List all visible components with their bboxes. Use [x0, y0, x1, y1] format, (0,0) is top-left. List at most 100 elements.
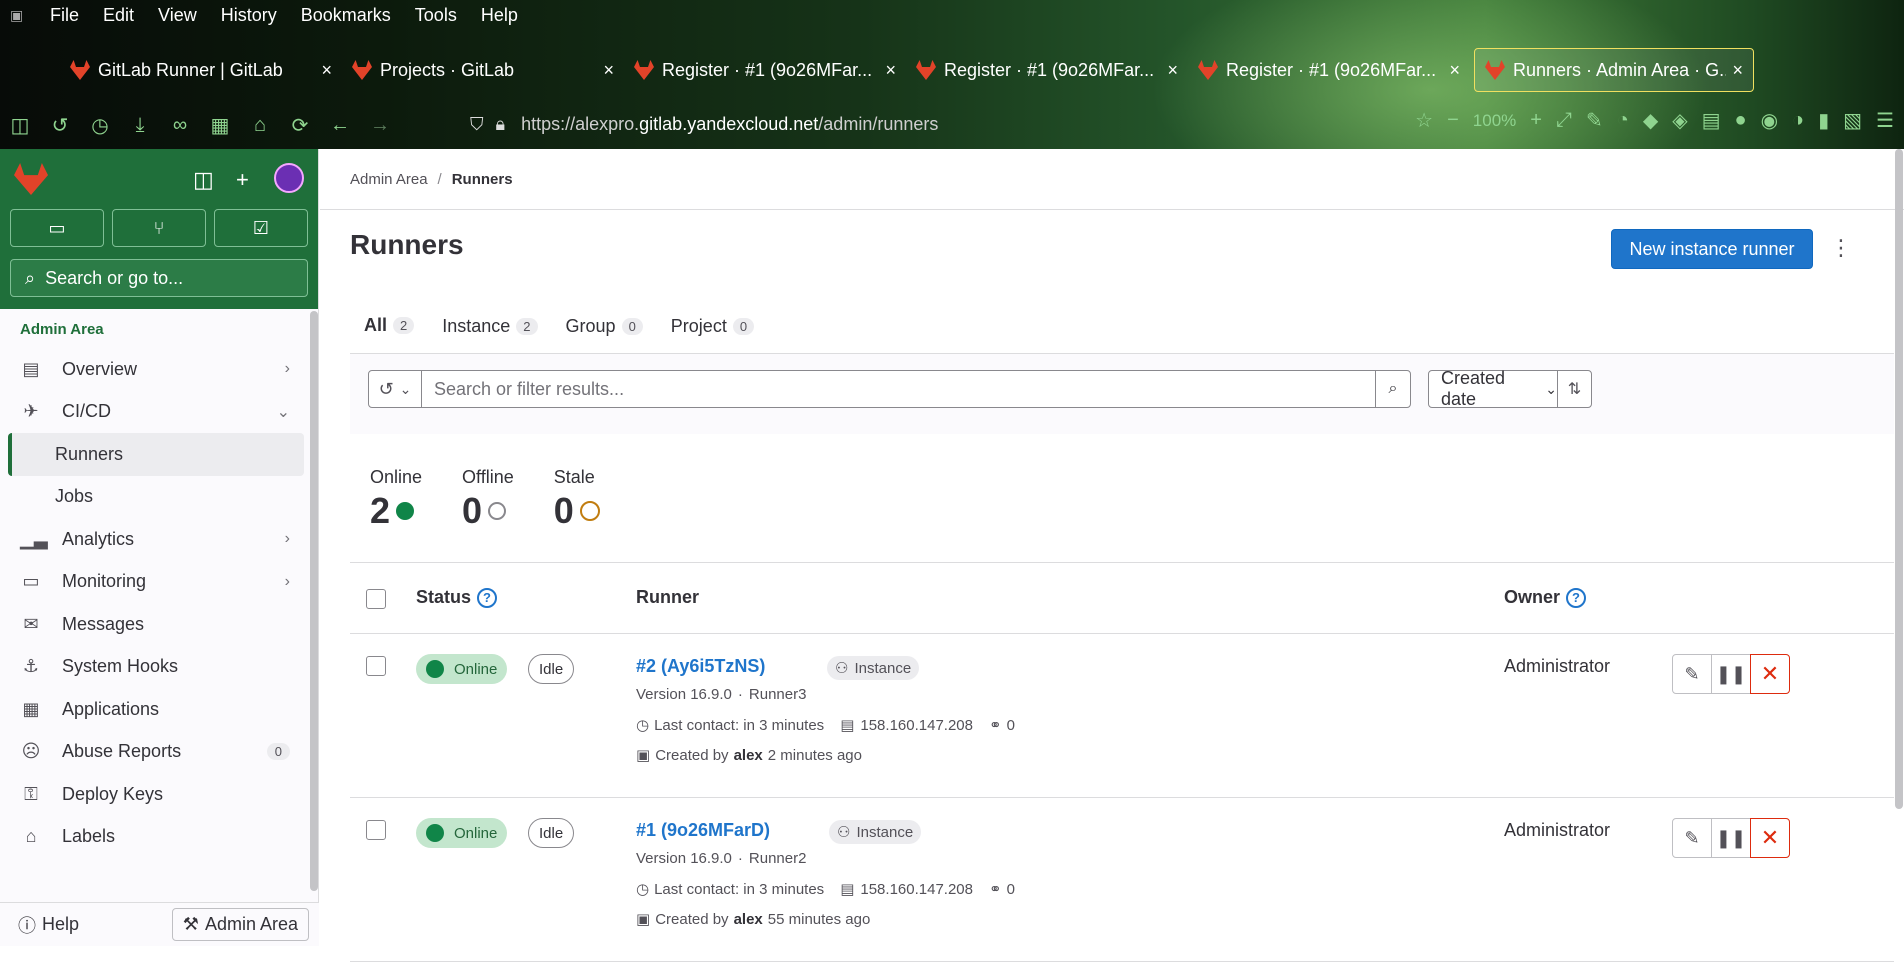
sidebar-item-runners[interactable]: Runners: [8, 433, 304, 476]
clock-icon[interactable]: ◷: [80, 113, 120, 138]
extension-icon[interactable]: ●: [1735, 109, 1747, 132]
history-icon[interactable]: ↺: [40, 113, 80, 138]
shield-icon[interactable]: ⛉: [470, 114, 484, 135]
search-input[interactable]: ⌕ Search or go to...: [10, 259, 308, 297]
recent-searches-button[interactable]: ↺ ⌄: [368, 370, 422, 408]
author-link[interactable]: alex: [734, 911, 763, 928]
pocket-icon[interactable]: ◔: [1617, 109, 1629, 132]
sidebar-toggle-icon[interactable]: ◫: [0, 113, 40, 138]
extension-icon[interactable]: ◉: [1761, 108, 1778, 133]
browser-tab-active[interactable]: Runners · Admin Area · G... ×: [1474, 48, 1754, 92]
sidebar-item-messages[interactable]: ✉ Messages: [8, 603, 304, 646]
browser-tab[interactable]: Register · #1 (9o26MFar... ×: [624, 48, 906, 92]
pause-button[interactable]: ❚❚: [1711, 654, 1751, 694]
menu-view[interactable]: View: [158, 5, 197, 26]
extensions-puzzle-icon[interactable]: ▧: [1843, 108, 1862, 133]
close-tab-icon[interactable]: ×: [321, 60, 332, 81]
admin-area-button[interactable]: ⚒ Admin Area: [171, 908, 309, 941]
browser-tab[interactable]: Register · #1 (9o26MFar... ×: [1188, 48, 1470, 92]
url-text[interactable]: https://alexpro.gitlab.yandexcloud.net/a…: [521, 114, 938, 135]
tab-group[interactable]: Group 0: [552, 297, 657, 355]
sidebar-scrollbar[interactable]: [310, 311, 318, 891]
gitlab-logo-icon[interactable]: [14, 163, 48, 195]
extension-icon[interactable]: ◑: [1792, 109, 1804, 132]
tab-project[interactable]: Project 0: [657, 297, 768, 355]
browser-tab[interactable]: Projects · GitLab ×: [342, 48, 624, 92]
runner-link[interactable]: #1 (9o26MFarD): [636, 820, 770, 841]
todos-button[interactable]: ☑: [214, 209, 308, 247]
url-bar[interactable]: ⛉ 🔒︎ https://alexpro.gitlab.yandexcloud.…: [470, 108, 1550, 140]
home-icon[interactable]: ⌂: [240, 114, 280, 137]
extension-icon[interactable]: ◆: [1643, 108, 1658, 133]
delete-button[interactable]: ✕: [1750, 818, 1790, 858]
sidebar-item-cicd[interactable]: ✈ CI/CD ⌄: [8, 391, 304, 434]
row-checkbox[interactable]: [366, 656, 386, 676]
pause-button[interactable]: ❚❚: [1711, 818, 1751, 858]
close-tab-icon[interactable]: ×: [1732, 60, 1743, 81]
hamburger-menu-icon[interactable]: ☰: [1876, 108, 1894, 133]
menu-edit[interactable]: Edit: [103, 5, 134, 26]
sidebar-item-overview[interactable]: ▤ Overview ›: [8, 348, 304, 391]
browser-tab[interactable]: GitLab Runner | GitLab ×: [60, 48, 342, 92]
breadcrumb-runners[interactable]: Runners: [452, 171, 513, 188]
menu-bookmarks[interactable]: Bookmarks: [301, 5, 391, 26]
edit-button[interactable]: ✎: [1672, 654, 1712, 694]
download-icon[interactable]: ⤓: [120, 114, 160, 137]
help-button[interactable]: ⓘ Help: [18, 912, 79, 938]
search-input[interactable]: Search or filter results...: [421, 370, 1376, 408]
extension-icon[interactable]: ◈: [1672, 108, 1687, 133]
close-tab-icon[interactable]: ×: [885, 60, 896, 81]
sort-dropdown[interactable]: Created date ⌄: [1428, 368, 1558, 409]
back-icon[interactable]: ←: [320, 114, 360, 137]
mask-icon[interactable]: ∞: [160, 114, 200, 137]
sidebar-item-labels[interactable]: ⌂ Labels: [8, 816, 304, 859]
tab-all[interactable]: All 2: [350, 297, 429, 355]
zoom-out-icon[interactable]: −: [1447, 109, 1459, 132]
breadcrumb-admin-area[interactable]: Admin Area: [350, 171, 428, 188]
zoom-in-icon[interactable]: +: [1530, 109, 1542, 132]
forward-icon[interactable]: →: [360, 114, 400, 137]
sort-direction-button[interactable]: ⇅: [1557, 370, 1592, 408]
new-instance-runner-button[interactable]: New instance runner: [1611, 229, 1813, 269]
sidebar-item-jobs[interactable]: Jobs: [8, 476, 304, 519]
plus-icon[interactable]: +: [236, 167, 249, 193]
menu-help[interactable]: Help: [481, 5, 518, 26]
tab-instance[interactable]: Instance 2: [428, 297, 551, 355]
menu-tools[interactable]: Tools: [415, 5, 457, 26]
fullscreen-icon[interactable]: ⤢: [1556, 109, 1572, 132]
sidebar-item-analytics[interactable]: ▁▃ Analytics ›: [8, 518, 304, 561]
sidebar-item-system-hooks[interactable]: ⚓ System Hooks: [8, 646, 304, 689]
sidebar-item-abuse-reports[interactable]: ☹ Abuse Reports 0: [8, 731, 304, 774]
sidebar-item-applications[interactable]: ▦ Applications: [8, 688, 304, 731]
close-tab-icon[interactable]: ×: [603, 60, 614, 81]
menu-file[interactable]: File: [50, 5, 79, 26]
extension-icon[interactable]: ▦: [200, 113, 240, 138]
delete-button[interactable]: ✕: [1750, 654, 1790, 694]
runner-link[interactable]: #2 (Ay6i5TzNS): [636, 656, 765, 677]
row-checkbox[interactable]: [366, 820, 386, 840]
page-scrollbar[interactable]: [1895, 149, 1903, 809]
zoom-level[interactable]: 100%: [1473, 111, 1516, 131]
author-link[interactable]: alex: [734, 747, 763, 764]
more-actions-icon[interactable]: ⋮: [1830, 235, 1852, 261]
help-icon[interactable]: ?: [1566, 587, 1587, 608]
extension-icon[interactable]: ▤: [1702, 108, 1721, 133]
wrench-icon[interactable]: ✎: [1586, 108, 1603, 133]
menu-history[interactable]: History: [221, 5, 277, 26]
reload-icon[interactable]: ⟳: [280, 113, 320, 138]
search-button[interactable]: ⌕: [1375, 370, 1411, 408]
sidebar-item-monitoring[interactable]: ▭ Monitoring ›: [8, 561, 304, 604]
edit-button[interactable]: ✎: [1672, 818, 1712, 858]
sidebar-collapse-icon[interactable]: ◫: [193, 167, 214, 193]
app-menu-icon[interactable]: ▣: [10, 6, 32, 24]
bookmark-star-icon[interactable]: ☆: [1415, 108, 1433, 133]
browser-tab[interactable]: Register · #1 (9o26MFar... ×: [906, 48, 1188, 92]
close-tab-icon[interactable]: ×: [1449, 60, 1460, 81]
merge-requests-button[interactable]: ⑂: [112, 209, 206, 247]
issues-button[interactable]: ▭: [10, 209, 104, 247]
extension-icon[interactable]: ▮: [1818, 108, 1829, 133]
select-all-checkbox[interactable]: [366, 589, 386, 609]
help-icon[interactable]: ?: [477, 587, 498, 608]
avatar[interactable]: [274, 163, 304, 193]
sidebar-item-deploy-keys[interactable]: ⚿ Deploy Keys: [8, 773, 304, 816]
